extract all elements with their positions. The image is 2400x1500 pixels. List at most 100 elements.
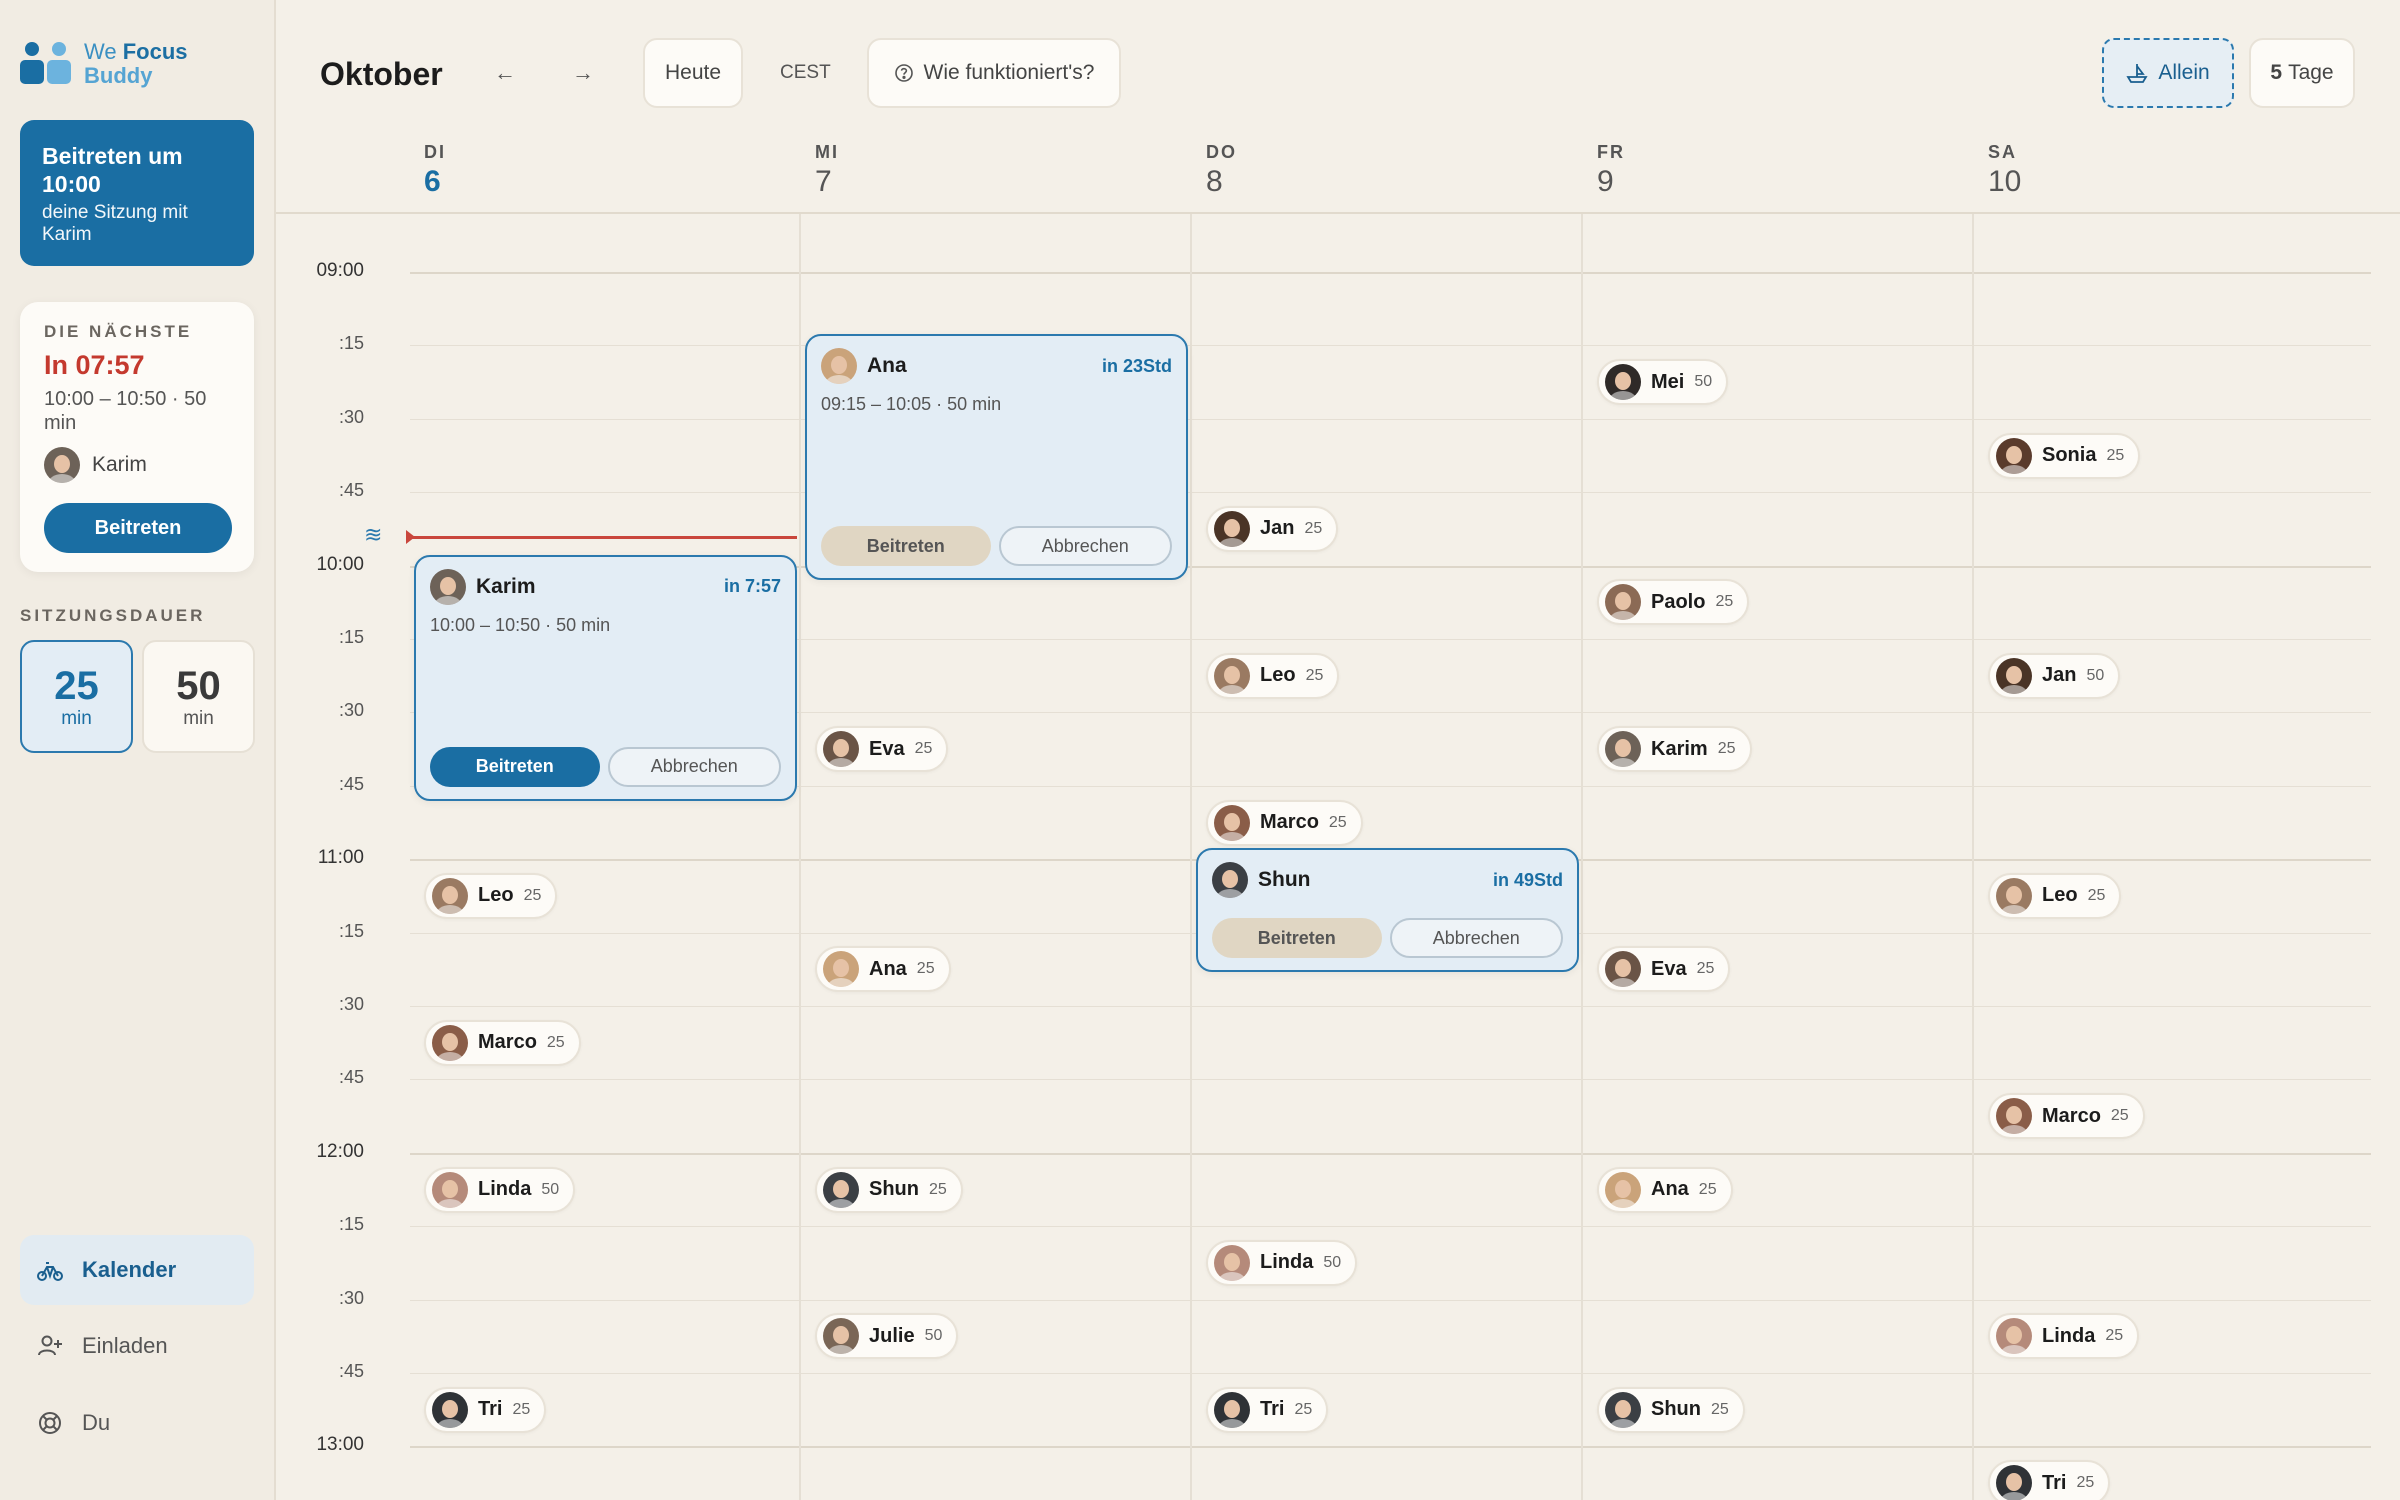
day-header-mi[interactable]: MI 7 — [815, 142, 839, 199]
session-name: Karim — [476, 574, 536, 598]
grid-line — [410, 492, 2371, 494]
avatar — [1605, 584, 1641, 621]
cancel-button[interactable]: Abbrechen — [607, 746, 781, 787]
join-button[interactable]: Beitreten — [1212, 918, 1382, 959]
booked-session-ana[interactable]: Ana in 23Std 09:15 – 10:05 · 50 min Beitret… — [805, 334, 1188, 581]
time-label: 13:00 — [316, 1434, 364, 1456]
chip-duration: 25 — [1305, 666, 1324, 684]
nav-item-einladen[interactable]: Einladen — [20, 1311, 254, 1381]
session-chip-marco[interactable]: Marco 25 — [1206, 799, 1363, 846]
day-name: FR — [1597, 142, 1625, 162]
nav-item-du[interactable]: Du — [20, 1388, 254, 1458]
day-number: 7 — [815, 165, 832, 198]
chip-duration: 50 — [1323, 1253, 1342, 1271]
nav-label: Du — [82, 1410, 111, 1435]
session-chip-marco[interactable]: Marco 25 — [1988, 1093, 2145, 1140]
session-chip-eva[interactable]: Eva 25 — [815, 726, 949, 773]
session-chip-leo[interactable]: Leo 25 — [424, 872, 558, 919]
session-chip-ana[interactable]: Ana 25 — [1597, 1166, 1733, 1213]
session-chip-marco[interactable]: Marco 25 — [424, 1019, 581, 1066]
cancel-button[interactable]: Abbrechen — [998, 526, 1172, 567]
time-label: :45 — [338, 1067, 364, 1088]
session-chip-julie[interactable]: Julie 50 — [815, 1313, 959, 1360]
avatar — [1214, 1244, 1250, 1281]
chip-name: Mei — [1651, 370, 1685, 393]
day-header-sa[interactable]: SA 10 — [1988, 142, 2021, 199]
grid-line — [410, 345, 2371, 347]
day-name: MI — [815, 142, 839, 162]
day-name: DO — [1206, 142, 1237, 162]
grid-line — [410, 1006, 2371, 1007]
join-button[interactable]: Beitreten — [430, 746, 600, 787]
time-label: 10:00 — [316, 553, 364, 575]
session-chip-ana[interactable]: Ana 25 — [815, 946, 951, 993]
nav-item-kalender[interactable]: Kalender — [20, 1235, 254, 1305]
cancel-button[interactable]: Abbrechen — [1389, 918, 1563, 959]
nav-label: Einladen — [82, 1333, 168, 1358]
session-chip-mei[interactable]: Mei 50 — [1597, 359, 1729, 406]
chip-duration: 25 — [2105, 1327, 2124, 1345]
duration-unit: min — [61, 707, 92, 729]
chip-duration: 50 — [2086, 666, 2105, 684]
avatar — [1214, 657, 1250, 694]
session-name: Shun — [1258, 868, 1311, 892]
app-logo[interactable]: We Focus Buddy — [20, 40, 188, 88]
timezone-label: CEST — [780, 62, 831, 83]
duration-value: 50 — [176, 663, 221, 708]
avatar — [432, 1391, 468, 1428]
boat-icon — [2126, 64, 2148, 83]
duration-option-25[interactable]: 25 min — [20, 640, 133, 753]
session-countdown: in 7:57 — [723, 576, 781, 597]
help-button[interactable]: Wie funktioniert's? — [867, 38, 1121, 108]
booked-session-shun[interactable]: Shun in 49Std Beitreten Abbrechen — [1196, 848, 1579, 973]
user-plus-icon — [38, 1335, 62, 1356]
chip-name: Linda — [1260, 1251, 1314, 1274]
session-chip-shun[interactable]: Shun 25 — [815, 1166, 963, 1213]
session-chip-sonia[interactable]: Sonia 25 — [1988, 432, 2141, 479]
calendar-grid[interactable]: 09:00:15:30:45 10:00:15:30:45 11:00:15:30:… — [316, 214, 2371, 1500]
chip-duration: 25 — [1304, 519, 1323, 537]
session-chip-linda[interactable]: Linda 25 — [1988, 1313, 2140, 1360]
day-header-do[interactable]: DO 8 — [1206, 142, 1237, 199]
mode-allein-button[interactable]: Allein — [2102, 38, 2234, 108]
chip-duration: 50 — [1694, 373, 1713, 391]
session-chip-linda[interactable]: Linda 50 — [424, 1166, 576, 1213]
time-label: :30 — [338, 700, 364, 721]
avatar — [1996, 1318, 2032, 1355]
chip-duration: 25 — [2087, 886, 2106, 904]
chip-name: Leo — [2042, 884, 2078, 907]
day-header-di[interactable]: DI 6 — [424, 142, 446, 199]
session-chip-leo[interactable]: Leo 25 — [1988, 872, 2122, 919]
session-chip-jan[interactable]: Jan 50 — [1988, 652, 2121, 699]
range-button[interactable]: 5 Tage — [2249, 38, 2355, 108]
chip-name: Ana — [1651, 1178, 1689, 1200]
join-button[interactable]: Beitreten — [821, 526, 991, 567]
today-button[interactable]: Heute — [643, 38, 743, 108]
chip-duration: 25 — [546, 1033, 565, 1051]
day-divider — [1581, 214, 1583, 1500]
grid-line — [410, 1079, 2371, 1081]
session-chip-eva[interactable]: Eva 25 — [1597, 946, 1731, 993]
booked-session-karim[interactable]: Karim in 7:57 10:00 – 10:50 · 50 min Beitre… — [414, 554, 797, 801]
avatar — [1605, 731, 1641, 768]
duration-option-50[interactable]: 50 min — [142, 640, 255, 753]
session-chip-paolo[interactable]: Paolo 25 — [1597, 579, 1750, 626]
join-button[interactable]: Beitreten — [44, 503, 232, 553]
session-chip-tri[interactable]: Tri 25 — [1988, 1460, 2111, 1500]
avatar — [1605, 1171, 1641, 1208]
session-chip-karim[interactable]: Karim 25 — [1597, 726, 1752, 773]
session-chip-leo[interactable]: Leo 25 — [1206, 652, 1340, 699]
session-chip-jan[interactable]: Jan 25 — [1206, 505, 1339, 552]
join-session-card[interactable]: Beitreten um 10:00 deine Sitzung mit Kar… — [20, 120, 254, 266]
session-chip-tri[interactable]: Tri 25 — [1206, 1386, 1329, 1433]
session-chip-linda[interactable]: Linda 50 — [1206, 1239, 1358, 1286]
session-chip-shun[interactable]: Shun 25 — [1597, 1386, 1745, 1433]
arrow-right-icon[interactable]: → — [568, 58, 598, 88]
day-header-fr[interactable]: FR 9 — [1597, 142, 1625, 199]
day-name: SA — [1988, 142, 2018, 162]
chip-name: Marco — [2042, 1104, 2101, 1127]
avatar — [1214, 804, 1250, 841]
arrow-left-icon[interactable]: ← — [490, 58, 520, 88]
session-chip-tri[interactable]: Tri 25 — [424, 1386, 547, 1433]
chip-duration: 25 — [1294, 1400, 1313, 1418]
